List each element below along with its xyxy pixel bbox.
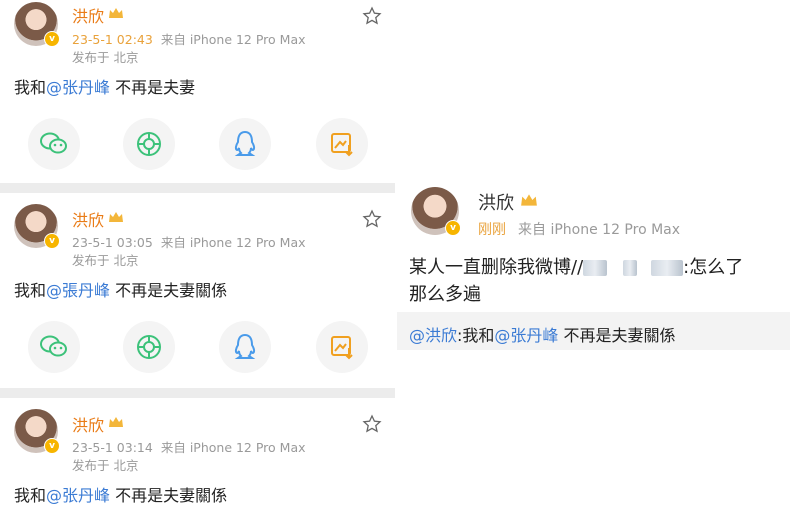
post-time: 23-5-1 02:43: [72, 32, 153, 47]
post-text-suffix: 不再是夫妻關係: [110, 281, 228, 300]
mention-link[interactable]: @张丹峰: [46, 78, 110, 97]
save-image-icon: [331, 133, 353, 157]
post-text: 我和@张丹峰 不再是夫妻: [14, 74, 195, 98]
qq-icon: [234, 333, 256, 359]
favorite-star-icon[interactable]: [362, 414, 382, 434]
post-text-prefix: 我和: [14, 486, 47, 505]
post-time: 刚刚: [478, 222, 506, 238]
post-divider: [0, 183, 395, 193]
crown-icon: [109, 212, 123, 222]
quoted-text-prefix: :我和: [457, 326, 495, 345]
blurred-username: [583, 260, 608, 276]
user-name[interactable]: 洪欣: [72, 412, 104, 436]
post-text-suffix: 不再是夫妻: [110, 78, 196, 97]
post-divider: [0, 388, 395, 398]
weibo-post-1: v 洪欣 23-5-1 02:43 来自 iPhone 12 Pro Max 发布…: [0, 0, 395, 183]
post-source: 来自 iPhone 12 Pro Max: [160, 235, 306, 250]
save-image-button[interactable]: [316, 321, 368, 373]
share-moments-button[interactable]: [123, 321, 175, 373]
avatar[interactable]: v: [411, 187, 461, 236]
save-image-button[interactable]: [316, 118, 368, 170]
post-location: 发布于 北京: [72, 50, 139, 65]
post-text: 某人一直删除我微博//: [409, 257, 584, 278]
post-text-line1: 某人一直删除我微博// :怎么了: [409, 253, 743, 279]
user-name[interactable]: 洪欣: [478, 189, 514, 215]
avatar[interactable]: v: [14, 204, 60, 249]
avatar[interactable]: v: [14, 2, 60, 47]
post-source: 来自 iPhone 12 Pro Max: [160, 440, 306, 455]
post-source: 来自 iPhone 12 Pro Max: [160, 32, 306, 47]
share-wechat-button[interactable]: [28, 118, 80, 170]
verified-badge-icon: v: [44, 233, 60, 249]
quoted-text: @洪欣:我和@张丹峰 不再是夫妻關係: [409, 322, 676, 346]
mention-link[interactable]: @張丹峰: [46, 281, 110, 300]
verified-badge-icon: v: [445, 220, 461, 236]
wechat-icon: [40, 335, 67, 357]
post-text-line2: 那么多遍: [409, 284, 481, 305]
share-qq-button[interactable]: [219, 321, 271, 373]
mention-link[interactable]: @张丹峰: [494, 326, 558, 345]
post-location: 发布于 北京: [72, 253, 139, 268]
share-moments-button[interactable]: [123, 118, 175, 170]
crown-icon: [109, 417, 123, 427]
post-text: 我和@张丹峰 不再是夫妻關係: [14, 482, 227, 506]
post-location: 发布于 北京: [72, 458, 139, 473]
post-time: 23-5-1 03:14: [72, 440, 153, 455]
verified-badge-icon: v: [44, 438, 60, 454]
avatar[interactable]: v: [14, 409, 60, 454]
post-meta: 刚刚 来自 iPhone 12 Pro Max: [478, 219, 680, 239]
post-meta: 23-5-1 03:05 来自 iPhone 12 Pro Max: [72, 232, 306, 251]
moments-icon: [137, 132, 161, 156]
moments-icon: [137, 335, 161, 359]
post-meta: 23-5-1 03:14 来自 iPhone 12 Pro Max: [72, 437, 306, 456]
blurred-username: [623, 260, 638, 276]
post-time: 23-5-1 03:05: [72, 235, 153, 250]
wechat-icon: [40, 132, 67, 154]
favorite-star-icon[interactable]: [362, 6, 382, 26]
post-text-prefix: 我和: [14, 281, 47, 300]
save-image-icon: [331, 336, 353, 360]
post-text-suffix: 不再是夫妻關係: [110, 486, 228, 505]
mention-link[interactable]: @洪欣: [409, 326, 457, 345]
weibo-post-2: v 洪欣 23-5-1 03:05 来自 iPhone 12 Pro Max 发布…: [0, 193, 395, 388]
weibo-post-3: v 洪欣 23-5-1 03:14 来自 iPhone 12 Pro Max 发布…: [0, 398, 395, 527]
post-text-after-blur: :怎么了: [683, 257, 744, 278]
original-post-quote[interactable]: @洪欣:我和@张丹峰 不再是夫妻關係: [397, 312, 790, 350]
user-name[interactable]: 洪欣: [72, 207, 104, 231]
qq-icon: [234, 130, 256, 156]
post-text-prefix: 我和: [14, 78, 47, 97]
post-source: 来自 iPhone 12 Pro Max: [518, 222, 681, 238]
crown-icon: [109, 8, 123, 18]
verified-badge-icon: v: [44, 31, 60, 47]
crown-icon: [521, 194, 537, 206]
post-meta: 23-5-1 02:43 来自 iPhone 12 Pro Max: [72, 29, 306, 48]
favorite-star-icon[interactable]: [362, 209, 382, 229]
post-text: 我和@張丹峰 不再是夫妻關係: [14, 277, 227, 301]
quoted-text-suffix: 不再是夫妻關係: [558, 326, 676, 345]
share-qq-button[interactable]: [219, 118, 271, 170]
mention-link[interactable]: @张丹峰: [46, 486, 110, 505]
share-wechat-button[interactable]: [28, 321, 80, 373]
blurred-username: [651, 260, 684, 276]
user-name[interactable]: 洪欣: [72, 3, 104, 27]
